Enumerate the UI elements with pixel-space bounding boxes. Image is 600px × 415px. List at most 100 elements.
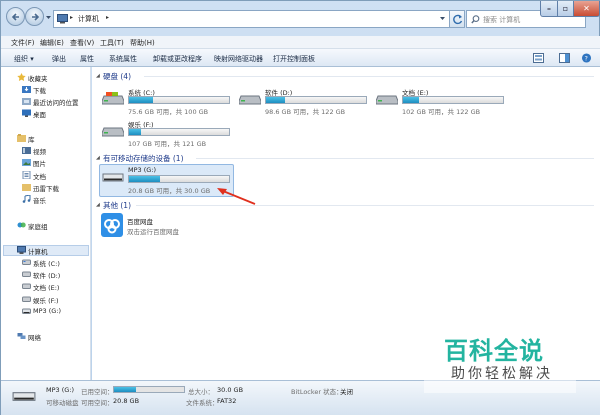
close-button[interactable]: ✕	[573, 1, 600, 17]
refresh-button[interactable]	[449, 10, 465, 28]
group-other[interactable]: 其他 (1)	[103, 200, 131, 211]
sidebar-network[interactable]: 网络	[28, 332, 41, 342]
sidebar-item-drive-g[interactable]: MP3 (G:)	[33, 307, 61, 315]
help-icon[interactable]: ?	[581, 53, 592, 63]
sidebar-favorites[interactable]: 收藏夹	[28, 73, 48, 83]
group-divider	[196, 158, 594, 159]
bitlocker-value: 关闭	[340, 388, 353, 396]
back-button[interactable]	[6, 7, 25, 26]
hard-drive-icon	[102, 127, 124, 137]
video-library-icon	[22, 147, 31, 154]
drive-free-space: 102 GB 可用，共 122 GB	[402, 108, 481, 116]
drive-usage-bar	[402, 96, 504, 104]
menu-edit[interactable]: 编辑(E)	[40, 38, 64, 48]
drive-item-e[interactable]: 文档 (E:) 102 GB 可用，共 122 GB	[376, 87, 516, 116]
back-arrow-icon	[11, 13, 19, 21]
properties-button[interactable]: 属性	[80, 54, 94, 64]
group-divider	[136, 205, 594, 206]
sidebar-item-pictures[interactable]: 图片	[33, 158, 46, 168]
sidebar-item-downloads[interactable]: 下载	[33, 85, 46, 95]
organize-button[interactable]: 组织 ▾	[14, 54, 34, 64]
drive-usage-bar	[128, 128, 230, 136]
breadcrumb-separator-icon[interactable]: ▸	[70, 14, 73, 21]
details-usage-bar	[113, 386, 185, 393]
map-network-drive-button[interactable]: 映射网络驱动器	[214, 54, 263, 64]
thunder-download-icon	[22, 184, 31, 191]
drive-usage-fill	[129, 129, 141, 135]
sidebar-item-drive-e[interactable]: 文档 (E:)	[33, 282, 59, 292]
sidebar-computer[interactable]: 计算机	[28, 246, 48, 256]
menu-file[interactable]: 文件(F)	[11, 38, 35, 48]
breadcrumb-chevron-icon[interactable]: ▸	[106, 14, 109, 21]
forward-arrow-icon	[32, 13, 40, 21]
total-size-label: 总大小：	[188, 388, 214, 396]
computer-icon	[17, 246, 26, 254]
history-dropdown-icon[interactable]	[45, 14, 52, 21]
drive-item-f[interactable]: 娱乐 (F:) 107 GB 可用，共 121 GB	[102, 119, 242, 148]
drive-item-c[interactable]: 系统 (C:) 75.6 GB 可用，共 100 GB	[102, 87, 242, 116]
system-properties-button[interactable]: 系统属性	[109, 54, 137, 64]
sidebar-item-drive-f[interactable]: 娱乐 (F:)	[33, 295, 59, 305]
navigation-pane: 收藏夹 下载 最近访问的位置 桌面 库 视频 图片 文档 迅雷下载 音乐 家庭组…	[1, 67, 91, 380]
preview-pane-icon[interactable]	[559, 53, 570, 63]
removable-drive-icon	[102, 173, 124, 182]
maximize-button[interactable]: ▫	[557, 1, 574, 17]
annotation-arrow-icon	[217, 188, 256, 205]
drive-usage-bar	[265, 96, 367, 104]
drive-usage-fill	[129, 176, 160, 182]
sidebar-item-drive-c[interactable]: 系统 (C:)	[33, 258, 60, 268]
sidebar-item-recent[interactable]: 最近访问的位置	[33, 97, 79, 107]
drive-usage-bar	[128, 96, 230, 104]
drive-c-icon	[22, 259, 31, 265]
sidebar-item-music[interactable]: 音乐	[33, 195, 46, 205]
drive-free-space: 75.6 GB 可用，共 100 GB	[128, 108, 209, 116]
forward-button[interactable]	[25, 7, 44, 26]
view-options-icon[interactable]	[533, 53, 544, 63]
free-space-label: 可用空间：	[81, 399, 114, 407]
group-removable[interactable]: 有可移动存储的设备 (1)	[103, 153, 184, 164]
sidebar-item-desktop[interactable]: 桌面	[33, 109, 46, 119]
drive-item-d[interactable]: 软件 (D:) 98.6 GB 可用，共 122 GB	[239, 87, 379, 116]
collapse-other-icon[interactable]: ◢	[96, 202, 100, 208]
drive-d-icon	[22, 271, 31, 277]
menu-view[interactable]: 查看(V)	[70, 38, 94, 48]
details-usage-fill	[114, 387, 136, 392]
address-bar[interactable]: ▸ 计算机 ▸	[53, 10, 451, 28]
documents-library-icon	[22, 171, 31, 179]
collapse-removable-icon[interactable]: ◢	[96, 155, 100, 161]
details-drive-type: 可移动磁盘	[46, 399, 79, 407]
svg-text:?: ?	[585, 56, 588, 63]
drive-usage-fill	[266, 97, 285, 103]
minimize-button[interactable]: –	[540, 1, 558, 17]
pictures-library-icon	[22, 159, 31, 166]
group-divider	[144, 76, 594, 77]
breadcrumb-computer[interactable]: 计算机	[78, 14, 99, 24]
sidebar-item-documents[interactable]: 文档	[33, 171, 46, 181]
open-control-panel-button[interactable]: 打开控制面板	[273, 54, 315, 64]
address-dropdown-icon[interactable]	[439, 15, 446, 22]
menu-bar: 文件(F) 编辑(E) 查看(V) 工具(T) 帮助(H)	[1, 36, 600, 49]
sidebar-item-thunder[interactable]: 迅雷下载	[33, 183, 59, 193]
sidebar-homegroup[interactable]: 家庭组	[28, 221, 48, 231]
library-icon	[17, 134, 26, 142]
uninstall-program-button[interactable]: 卸载或更改程序	[153, 54, 202, 64]
app-name: 百度网盘	[127, 218, 153, 226]
group-hard-disks[interactable]: 硬盘 (4)	[103, 71, 131, 82]
menu-tools[interactable]: 工具(T)	[100, 38, 124, 48]
eject-button[interactable]: 弹出	[52, 54, 66, 64]
desktop-icon	[22, 109, 31, 117]
used-space-label: 已用空间：	[81, 388, 114, 396]
baidu-netdisk-item[interactable]: 百度网盘 双击运行百度网盘	[101, 213, 231, 241]
sidebar-libraries[interactable]: 库	[28, 134, 35, 144]
recent-places-icon	[22, 98, 31, 105]
free-space-value: 20.8 GB	[113, 397, 140, 405]
refresh-icon	[453, 14, 463, 25]
drive-free-space: 107 GB 可用，共 121 GB	[128, 140, 207, 148]
removable-drive-large-icon	[12, 392, 36, 401]
minimize-icon: –	[547, 4, 551, 13]
sidebar-item-videos[interactable]: 视频	[33, 146, 46, 156]
sidebar-item-drive-d[interactable]: 软件 (D:)	[33, 270, 60, 280]
menu-help[interactable]: 帮助(H)	[130, 38, 155, 48]
collapse-hdd-icon[interactable]: ◢	[96, 73, 100, 79]
homegroup-icon	[17, 222, 26, 228]
